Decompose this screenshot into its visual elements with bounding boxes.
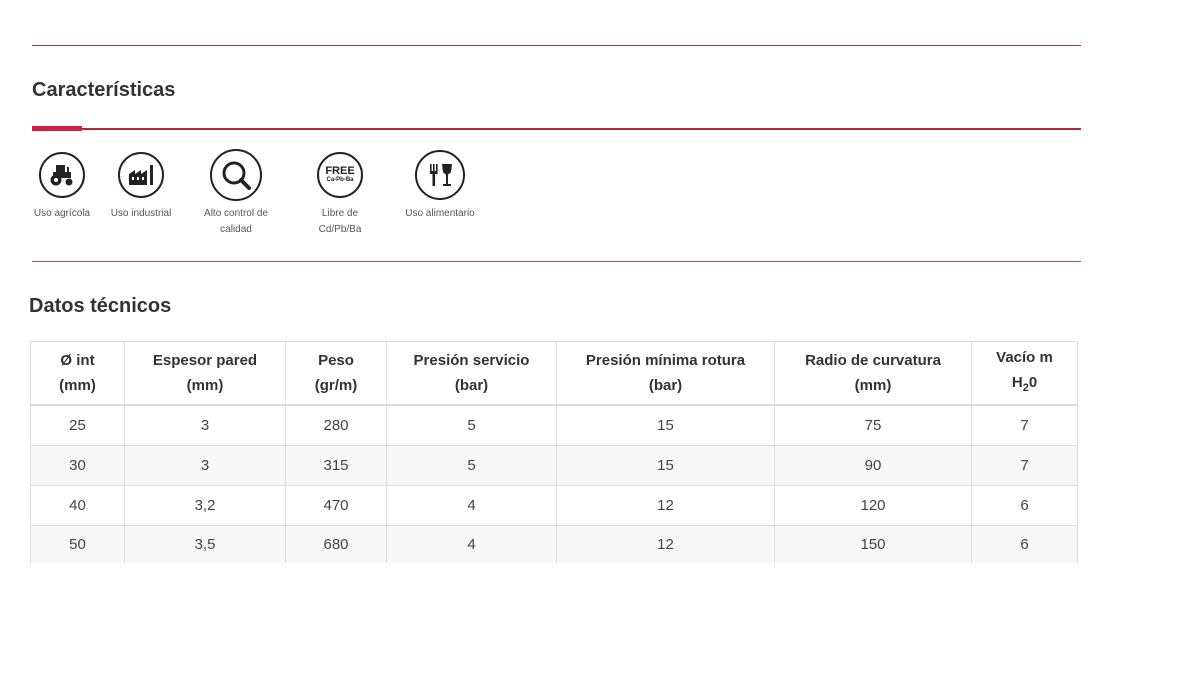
table-cell: 3: [124, 404, 286, 446]
free-badge-icon: FREE Ca-Pb-Ba: [317, 152, 363, 198]
table-cell: 280: [285, 404, 387, 446]
table-cell: 150: [774, 525, 972, 563]
column-header: Espesor pared (mm): [124, 341, 286, 406]
table-cell: 15: [556, 445, 775, 486]
table-cell: 5: [386, 404, 557, 446]
table-cell: 90: [774, 445, 972, 486]
table-cell: 315: [285, 445, 387, 486]
table-cell: 12: [556, 525, 775, 563]
free-badge-text: FREE: [325, 165, 355, 177]
technical-data-heading: Datos técnicos: [29, 295, 172, 317]
free-badge-subtext: Ca-Pb-Ba: [326, 177, 354, 183]
table-cell: 30: [30, 445, 125, 486]
table-cell: 75: [774, 404, 972, 446]
table-cell: 6: [971, 525, 1078, 563]
features-divider: [32, 126, 1081, 131]
column-header: Peso (gr/m): [285, 341, 387, 406]
column-header: Ø int (mm): [30, 341, 125, 406]
cutlery-glass-icon: [415, 150, 465, 200]
table-cell: 50: [30, 525, 125, 563]
tractor-icon: [39, 152, 85, 198]
table-cell: 15: [556, 404, 775, 446]
feature-item-libre: FREE Ca-Pb-Ba Libre de Cd/Pb/Ba: [295, 152, 385, 238]
top-divider: [32, 45, 1081, 46]
technical-data-table: Ø int (mm) Espesor pared (mm) Peso (gr/m) P…: [30, 341, 1078, 563]
column-header: Radio de curvatura (mm): [774, 341, 972, 406]
table-cell: 25: [30, 404, 125, 446]
table-row: 40 3,2 470 4 12 120 6: [30, 485, 1078, 526]
table-row: 50 3,5 680 4 12 150 6: [30, 525, 1078, 563]
factory-icon: [118, 152, 164, 198]
table-cell: 4: [386, 525, 557, 563]
feature-label: Uso alimentario: [405, 208, 475, 219]
table-cell: 12: [556, 485, 775, 526]
feature-label: Libre de Cd/Pb/Ba: [318, 208, 362, 235]
column-header: Presión servicio (bar): [386, 341, 557, 406]
table-cell: 470: [285, 485, 387, 526]
table-row: 30 3 315 5 15 90 7: [30, 445, 1078, 486]
features-divider-accent: [32, 126, 82, 131]
feature-label: Uso industrial: [110, 208, 172, 219]
table-cell: 3,2: [124, 485, 286, 526]
table-cell: 120: [774, 485, 972, 526]
section-divider: [32, 261, 1081, 262]
table-cell: 7: [971, 445, 1078, 486]
table-cell: 6: [971, 485, 1078, 526]
feature-item-calidad: Alto control de calidad: [191, 149, 281, 238]
table-cell: 7: [971, 404, 1078, 446]
feature-item-agricola: Uso agrícola: [17, 152, 107, 222]
magnifier-icon: [210, 149, 262, 201]
table-header-row: Ø int (mm) Espesor pared (mm) Peso (gr/m) P…: [30, 341, 1078, 406]
feature-label: Alto control de calidad: [204, 208, 268, 235]
feature-label: Uso agrícola: [33, 208, 91, 219]
column-header: Presión mínima rotura (bar): [556, 341, 775, 406]
feature-item-industrial: Uso industrial: [96, 152, 186, 222]
table-cell: 680: [285, 525, 387, 563]
table-cell: 5: [386, 445, 557, 486]
column-header: Vacío m H20: [971, 341, 1078, 406]
table-cell: 4: [386, 485, 557, 526]
table-cell: 3: [124, 445, 286, 486]
table-cell: 3,5: [124, 525, 286, 563]
table-cell: 40: [30, 485, 125, 526]
table-row: 25 3 280 5 15 75 7: [30, 404, 1078, 446]
features-heading: Características: [32, 79, 176, 101]
feature-item-alimentario: Uso alimentario: [395, 150, 485, 222]
